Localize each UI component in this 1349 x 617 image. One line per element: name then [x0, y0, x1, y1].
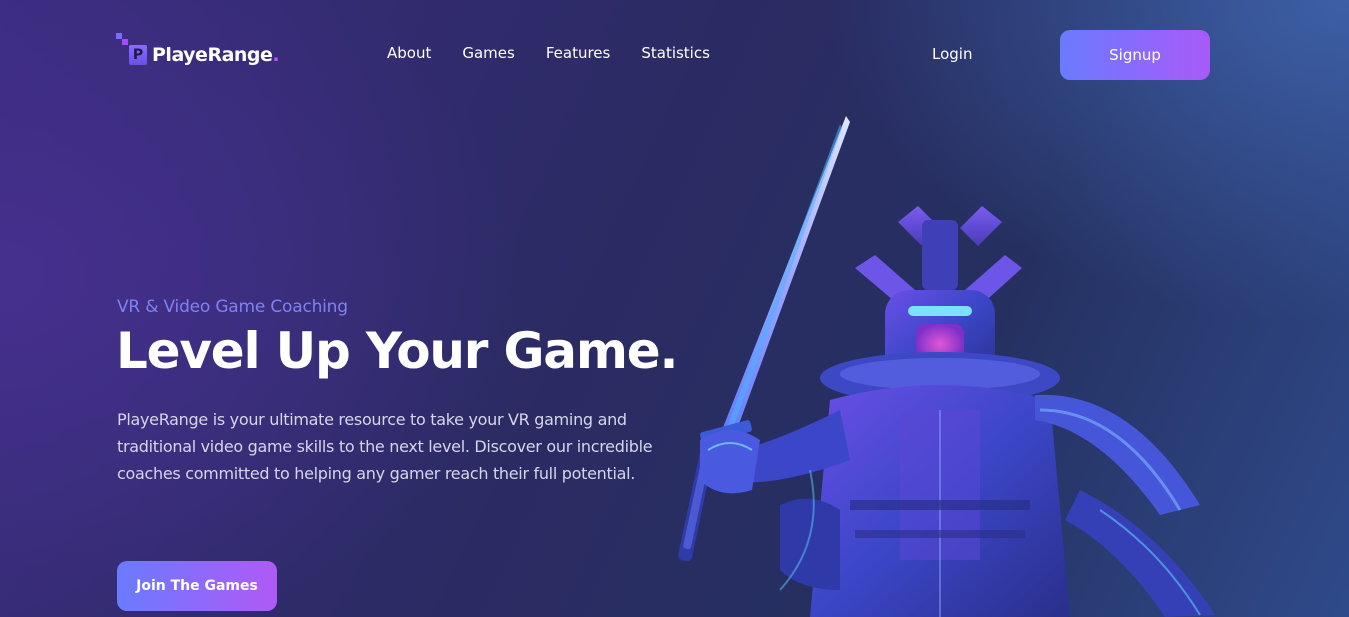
- nav-games[interactable]: Games: [462, 44, 514, 62]
- nav-features[interactable]: Features: [546, 44, 611, 62]
- nav-about[interactable]: About: [387, 44, 431, 62]
- hero-headline: Level Up Your Game.: [116, 322, 678, 380]
- hero-description: PlayeRange is your ultimate resource to …: [117, 410, 653, 483]
- login-link[interactable]: Login: [932, 45, 972, 63]
- hero-eyebrow: VR & Video Game Coaching: [117, 297, 348, 317]
- brand-name: PlayeRange.: [152, 44, 280, 66]
- join-games-button[interactable]: Join The Games: [117, 561, 277, 611]
- nav-statistics[interactable]: Statistics: [641, 44, 710, 62]
- brand-logo[interactable]: P PlayeRange.: [116, 33, 280, 67]
- robot-samurai-illustration: [678, 116, 1215, 617]
- logo-icon: P: [116, 33, 150, 67]
- main-nav: About Games Features Statistics: [387, 44, 741, 62]
- signup-button[interactable]: Signup: [1060, 30, 1210, 80]
